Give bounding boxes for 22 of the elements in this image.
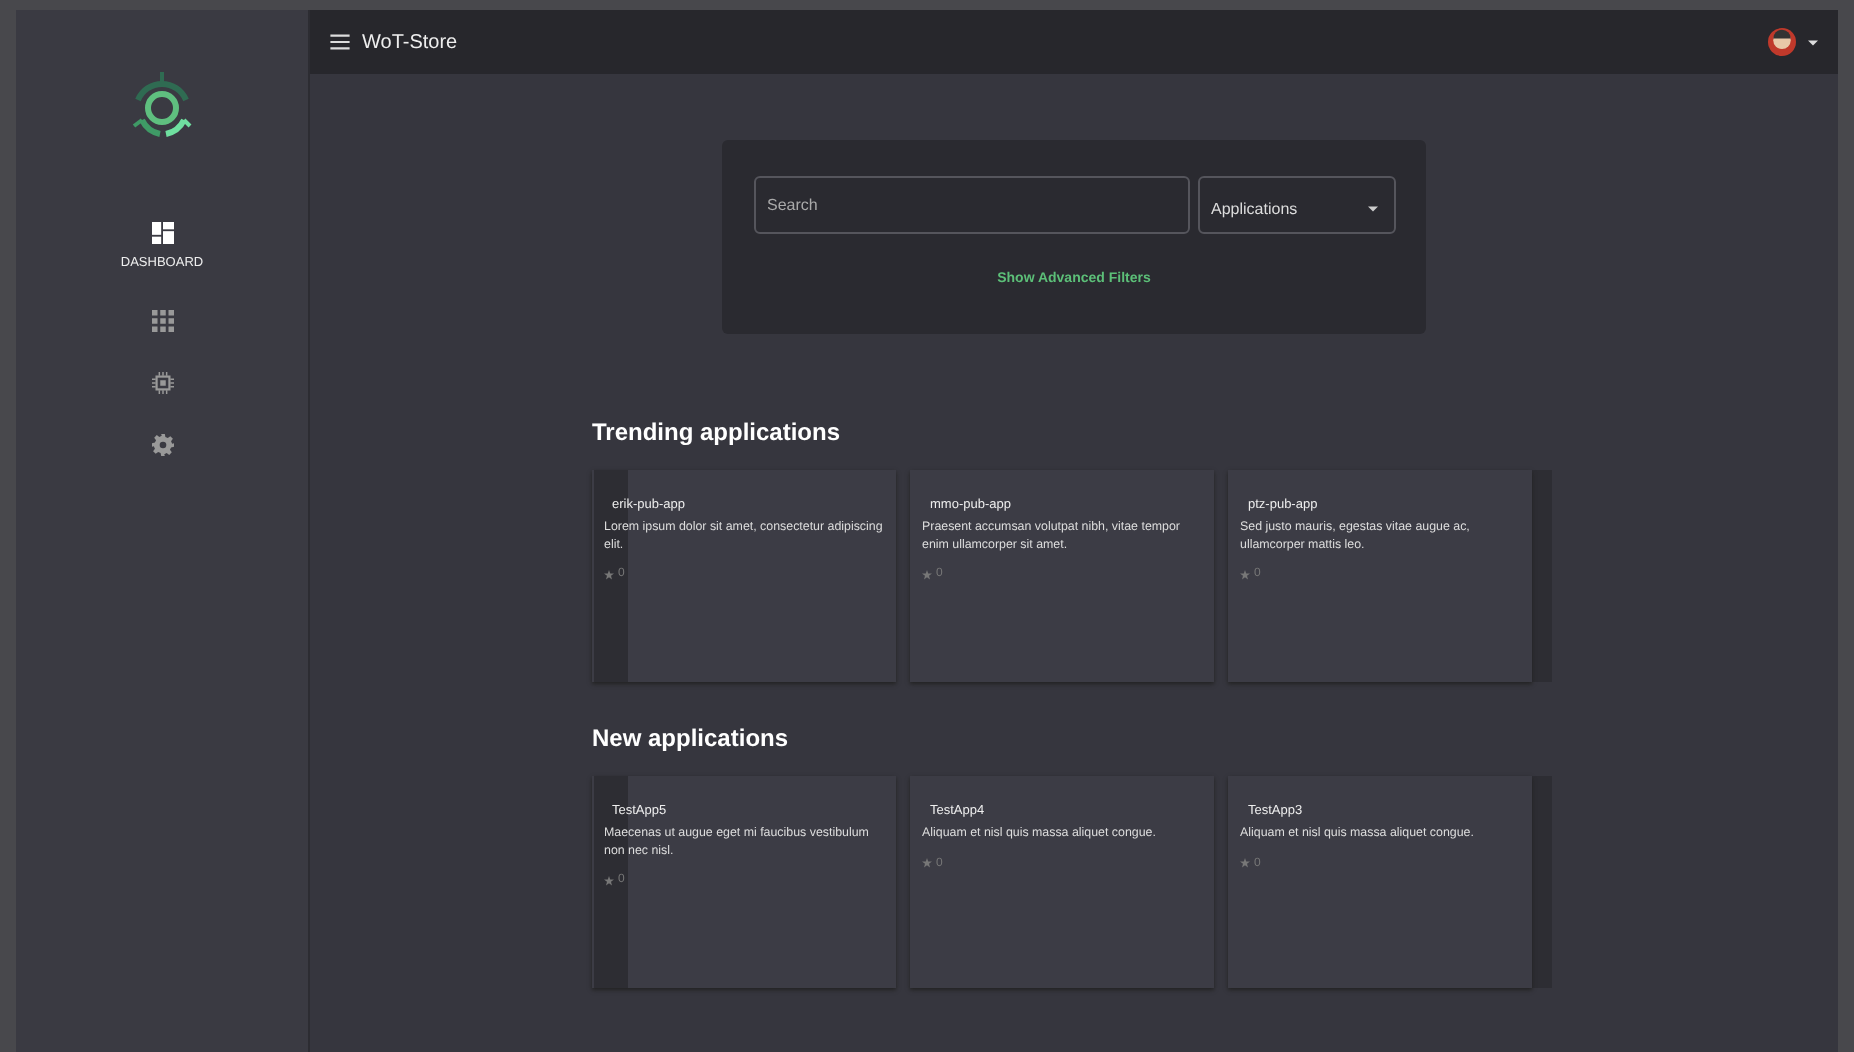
- star-icon: [604, 875, 614, 886]
- settings-icon: [151, 434, 173, 456]
- grid-icon: [151, 310, 173, 332]
- section-heading: New applications: [592, 724, 791, 752]
- star-icon: [922, 858, 932, 869]
- menu-icon[interactable]: [330, 34, 350, 50]
- category-dropdown[interactable]: Applications: [1197, 176, 1395, 234]
- search-field[interactable]: Search: [753, 176, 1189, 234]
- chip-icon: [151, 372, 173, 394]
- nav-item[interactable]: [151, 372, 173, 394]
- section-heading: Trending applications: [592, 418, 843, 446]
- caret-icon[interactable]: [1808, 39, 1818, 45]
- star-icon: [1240, 858, 1250, 869]
- nav-item[interactable]: [151, 434, 173, 456]
- star-icon: [604, 569, 614, 580]
- star-icon: [922, 569, 932, 580]
- star-icon: [1240, 569, 1250, 580]
- dashboard-icon: [151, 222, 173, 244]
- app-title: WoT-Store: [362, 31, 458, 53]
- avatar-icon[interactable]: [1768, 28, 1796, 56]
- caret-icon: [1367, 205, 1377, 211]
- nav-item[interactable]: [151, 310, 173, 332]
